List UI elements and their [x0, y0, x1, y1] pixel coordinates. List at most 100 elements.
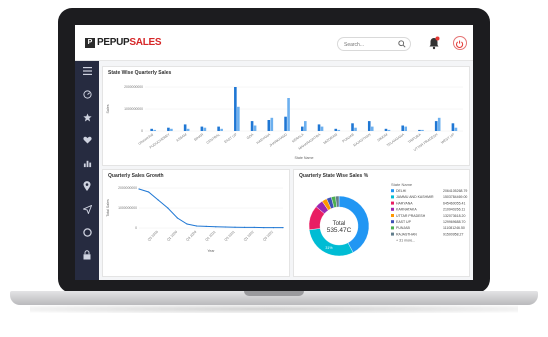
- sidebar-item-security[interactable]: [75, 247, 99, 263]
- bar: [384, 128, 388, 131]
- data-point: [234, 226, 236, 228]
- logo-main-text: PEPUP: [97, 37, 130, 48]
- legend-swatch: [391, 201, 394, 205]
- x-tick-label: Q3 2020: [185, 230, 197, 242]
- x-tick-label: RAJASTHAN: [353, 132, 372, 147]
- x-tick-label: Q3 2021: [224, 230, 236, 242]
- legend-swatch: [391, 214, 394, 217]
- x-tick-label: PUNJAB: [342, 132, 356, 143]
- send-icon: [82, 204, 92, 214]
- sidebar-item-messages[interactable]: [75, 201, 99, 217]
- x-tick-label: TELANGANA: [386, 132, 406, 147]
- bar: [304, 121, 307, 131]
- x-tick-label: TRIPURA: [407, 132, 422, 144]
- data-point: [205, 225, 207, 227]
- bar: [186, 128, 190, 131]
- power-button[interactable]: [453, 36, 467, 50]
- bar: [418, 129, 421, 131]
- y-tick-label: 0: [135, 226, 137, 230]
- data-point: [176, 217, 178, 219]
- x-tick-label: ASSAM: [175, 132, 187, 142]
- x-tick-label: SIKKIM: [377, 132, 389, 142]
- bar: [250, 121, 254, 131]
- bar: [270, 117, 274, 131]
- data-point: [224, 226, 226, 228]
- legend-name: KARNATAKA: [396, 208, 417, 212]
- bar: [153, 129, 156, 131]
- app-screen: P PEPUPSALES Search... State Wise Quarte…: [75, 25, 473, 280]
- y-tick-label: 1000000000: [124, 107, 143, 111]
- bar: [237, 106, 240, 131]
- y-tick-label: 2000000000: [124, 85, 143, 89]
- data-point: [196, 225, 198, 227]
- bar: [150, 128, 153, 131]
- logo[interactable]: PEPUPSALES: [97, 37, 162, 48]
- bar: [253, 125, 257, 131]
- legend-more-link: + 31 more...: [396, 239, 415, 243]
- sidebar-item-likes[interactable]: [75, 132, 99, 148]
- bar: [354, 127, 357, 131]
- bar: [367, 121, 371, 131]
- x-tick-label: Q1 2022: [243, 230, 255, 242]
- menu-icon: [82, 67, 92, 75]
- sidebar-item-favorites[interactable]: [75, 109, 99, 125]
- notification-bell-icon[interactable]: [428, 36, 440, 50]
- legend-name: UTTAR PRADESH: [396, 214, 426, 218]
- bar: [200, 126, 204, 131]
- legend-title: State Name: [391, 182, 413, 187]
- legend-name: PUNJAB: [396, 226, 410, 230]
- bar: [220, 128, 223, 131]
- lock-icon: [83, 250, 91, 260]
- x-tick-label: Q3 2022: [262, 230, 274, 242]
- x-axis-label: Year: [207, 249, 215, 253]
- x-tick-label: GOA: [246, 132, 255, 140]
- sidebar-item-reports[interactable]: [75, 155, 99, 171]
- bar: [217, 126, 220, 131]
- legend-value: 2064105268.79: [443, 189, 467, 193]
- legend-value: 210940266.11: [443, 208, 465, 212]
- laptop-shadow: [30, 305, 518, 313]
- y-axis-label: Sales: [106, 104, 110, 113]
- legend-swatch: [391, 195, 394, 199]
- bar: [434, 121, 438, 131]
- sidebar-item-menu[interactable]: [75, 63, 99, 79]
- sales-growth-line: [138, 188, 283, 229]
- bar: [170, 128, 173, 131]
- data-point: [157, 199, 159, 201]
- state-share-donut-chart: Total535.47C31%State NameDELHI 2064105268…: [308, 182, 467, 257]
- top-bar: P PEPUPSALES: [75, 25, 473, 61]
- search-icon[interactable]: [398, 40, 406, 48]
- data-point: [244, 226, 246, 228]
- power-icon: [455, 40, 464, 48]
- logo-mark: P: [85, 38, 95, 48]
- data-point: [138, 188, 140, 190]
- sidebar: [75, 61, 99, 280]
- x-tick-label: KERALA: [291, 132, 305, 143]
- bar: [351, 123, 354, 131]
- sidebar-item-dashboard[interactable]: [75, 86, 99, 102]
- data-point: [263, 227, 265, 229]
- data-point: [215, 226, 217, 228]
- quarterly-growth-line-chart: Total Sales 2000000000 1000000000 0 Q3 2019 Q…: [106, 186, 284, 253]
- bar: [454, 127, 458, 131]
- data-point: [253, 226, 255, 228]
- state-share-card: Quarterly State Wise Sales % Total 535.47…: [293, 169, 470, 277]
- bar: [203, 127, 207, 131]
- legend-name: HARYANA: [396, 201, 413, 205]
- data-point: [272, 227, 274, 229]
- quarterly-growth-card: Quarterly Sales Growth Total Sales 200000…: [102, 169, 290, 277]
- legend-name: EAST UP: [396, 220, 412, 224]
- legend-name: JAMMU AND KASHMIR: [396, 195, 434, 199]
- bar-chart-icon: [83, 160, 91, 167]
- sidebar-item-locations[interactable]: [75, 178, 99, 194]
- search-input[interactable]: [344, 40, 396, 49]
- bar: [370, 126, 374, 131]
- search-box[interactable]: [337, 37, 411, 51]
- x-axis-label: State Name: [295, 156, 314, 160]
- state-wise-sales-card: State Wise Quarterly Sales Sales 20000000…: [102, 66, 470, 166]
- legend-value: 111081246.50: [443, 226, 465, 230]
- x-tick-label: Q3 2019: [147, 230, 159, 242]
- sidebar-item-status[interactable]: [75, 224, 99, 240]
- state-wise-bar-chart: Sales200000000010000000000UttaranchalPUD…: [106, 85, 463, 160]
- laptop-mockup: P PEPUPSALES Search... State Wise Quarte…: [0, 0, 548, 337]
